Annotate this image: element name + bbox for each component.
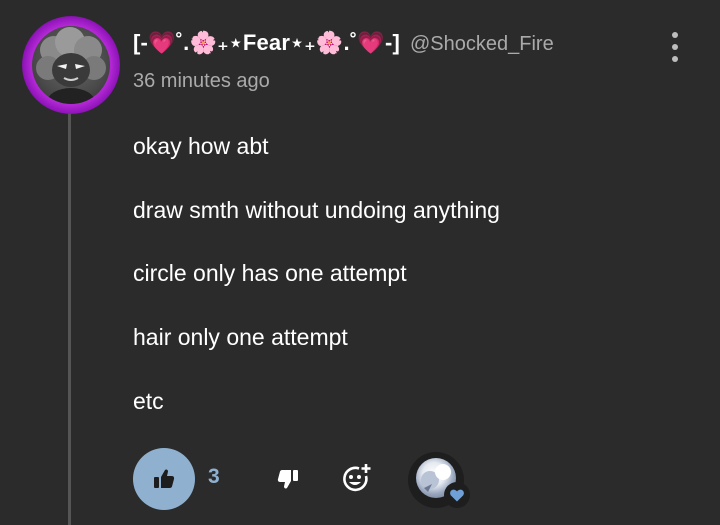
dislike-button[interactable] [273, 464, 303, 494]
reply-thread-line [68, 108, 71, 525]
author-avatar[interactable] [22, 16, 120, 114]
comment-body-line: okay how abt [133, 133, 269, 159]
like-button[interactable] [133, 448, 195, 510]
comment-body-line: etc [133, 388, 164, 414]
comment-body-line: hair only one attempt [133, 324, 348, 350]
kebab-menu-icon[interactable] [664, 30, 686, 64]
comment-body-line: draw smth without undoing anything [133, 197, 500, 223]
add-reaction-icon [343, 464, 371, 492]
comment-body-line: circle only has one attempt [133, 260, 407, 286]
heart-badge [444, 482, 470, 508]
avatar-image [32, 26, 110, 104]
comment-actions: 3 [133, 448, 693, 510]
menu-dot [672, 56, 678, 62]
menu-dot [672, 44, 678, 50]
menu-dot [672, 32, 678, 38]
author-handle[interactable]: @Shocked_Fire [410, 33, 554, 56]
creator-heart[interactable] [398, 452, 480, 510]
comment-timestamp: 36 minutes ago [133, 70, 270, 92]
thumbs-up-icon [154, 469, 175, 488]
like-count: 3 [208, 465, 220, 488]
author-display-name[interactable]: [-💗˚.🌸₊⋆Fear⋆₊🌸.˚💗-] [133, 30, 400, 56]
thumbs-down-icon [277, 470, 298, 489]
comment-header: [-💗˚.🌸₊⋆Fear⋆₊🌸.˚💗-] @Shocked_Fire [133, 30, 554, 56]
add-reaction-button[interactable] [338, 460, 374, 496]
heart-icon [450, 489, 464, 501]
